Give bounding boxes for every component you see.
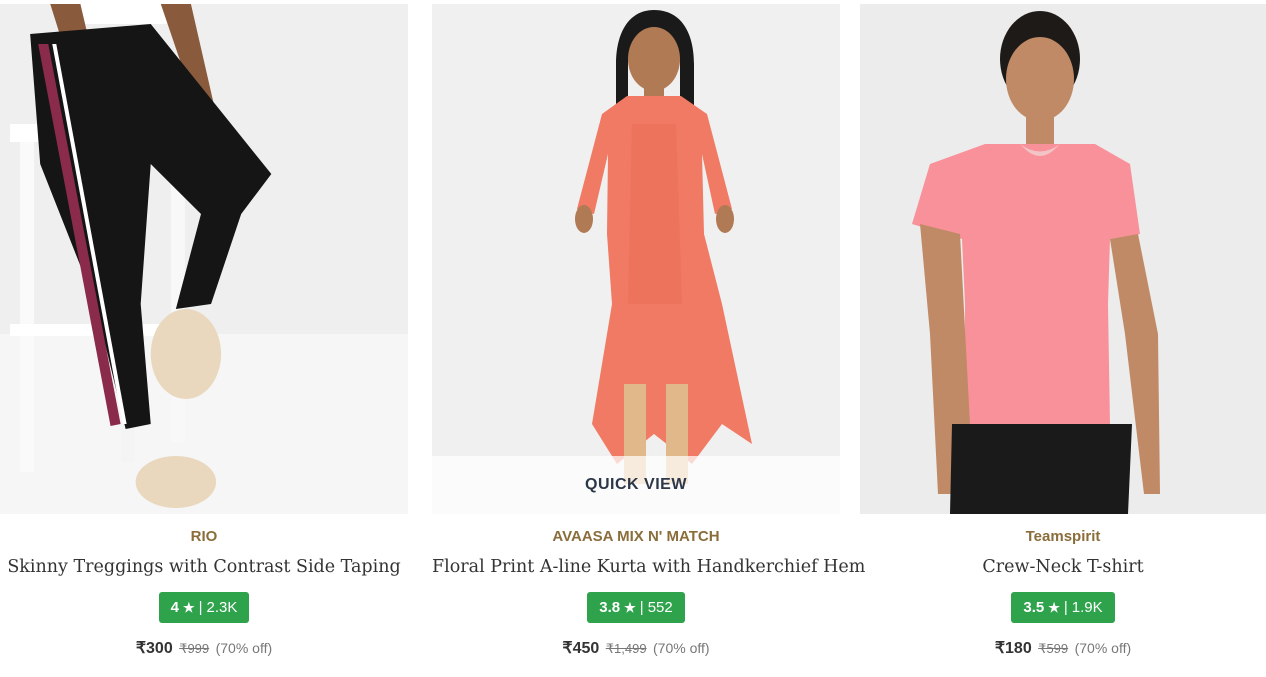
product-brand[interactable]: RIO: [0, 528, 408, 545]
price: ₹450: [562, 640, 600, 657]
product-card[interactable]: Teamspirit Crew-Neck T-shirt 3.5 ★ | 1.9…: [860, 0, 1266, 677]
product-image[interactable]: [860, 4, 1266, 514]
product-title[interactable]: Skinny Treggings with Contrast Side Tapi…: [0, 557, 408, 577]
rating-value: 3.8: [599, 599, 621, 616]
product-brand[interactable]: AVAASA MIX N' MATCH: [432, 528, 840, 545]
rating-value: 3.5: [1023, 599, 1045, 616]
product-title[interactable]: Floral Print A-line Kurta with Handkerch…: [432, 557, 865, 577]
quick-view-button[interactable]: QUICK VIEW: [432, 456, 840, 514]
rating-separator: |: [198, 599, 203, 616]
rating-value: 4: [170, 599, 179, 616]
product-title[interactable]: Crew-Neck T-shirt: [860, 557, 1266, 577]
product-image[interactable]: QUICK VIEW: [432, 4, 840, 514]
rating-badge: 4 ★ | 2.3K: [158, 592, 250, 623]
price-row: ₹450 ₹1,499 (70% off): [432, 638, 840, 658]
rating-separator: |: [1063, 599, 1068, 616]
price-row: ₹300 ₹999 (70% off): [0, 638, 408, 658]
product-card[interactable]: RIO Skinny Treggings with Contrast Side …: [0, 0, 408, 677]
price: ₹180: [994, 640, 1032, 657]
original-price: ₹999: [179, 641, 210, 656]
discount: (70% off): [653, 640, 710, 656]
discount: (70% off): [1074, 640, 1132, 656]
rating-count: 2.3K: [206, 599, 238, 616]
original-price: ₹599: [1038, 641, 1069, 656]
star-icon: ★: [182, 599, 195, 615]
star-icon: ★: [624, 599, 636, 615]
rating-badge: 3.8 ★ | 552: [587, 592, 685, 623]
product-card[interactable]: QUICK VIEW AVAASA MIX N' MATCH Floral Pr…: [432, 0, 865, 677]
product-grid: RIO Skinny Treggings with Contrast Side …: [0, 0, 1266, 677]
rating-count: 1.9K: [1071, 599, 1103, 616]
star-icon: ★: [1048, 599, 1060, 615]
price-row: ₹180 ₹599 (70% off): [860, 638, 1266, 658]
price: ₹300: [135, 640, 173, 657]
discount: (70% off): [215, 640, 273, 656]
product-brand[interactable]: Teamspirit: [860, 528, 1266, 545]
product-image[interactable]: [0, 4, 408, 514]
original-price: ₹1,499: [605, 641, 647, 656]
rating-badge: 3.5 ★ | 1.9K: [1011, 592, 1115, 623]
rating-separator: |: [639, 599, 644, 616]
rating-count: 552: [647, 599, 673, 616]
